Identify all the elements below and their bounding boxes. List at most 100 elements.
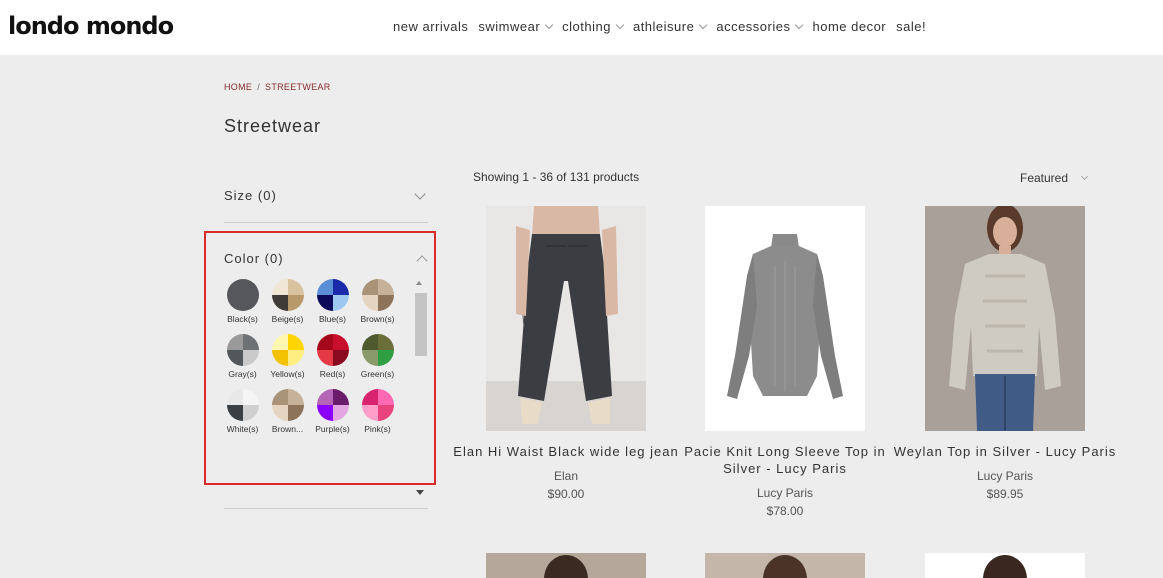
color-swatch[interactable]: White(s) [220,389,265,434]
product-card[interactable]: Pacie Knit Long Sleeve Top in Silver - L… [670,206,900,518]
top-image-icon [925,206,1085,431]
color-swatch[interactable]: Black(s) [220,279,265,324]
nav-item-athleisure[interactable]: athleisure [632,19,708,34]
sort-select[interactable]: Featured [1020,171,1089,185]
chevron-down-icon [544,20,554,29]
nav-item-label: clothing [562,19,611,34]
product-name[interactable]: Elan Hi Waist Black wide leg jean [451,443,681,460]
product-brand: Lucy Paris [756,486,814,500]
nav-item-label: home decor [812,19,887,34]
color-swatch-label: Brown... [271,424,304,434]
color-filter-panel: Color (0) Black(s) Beige(s) Blue(s) Brown(s… [204,231,436,485]
product-image[interactable] [486,553,646,578]
color-swatch-label: Black(s) [227,314,258,324]
color-pie-icon [271,389,304,421]
jeans-image-icon [486,206,646,431]
scrollbar-thumb[interactable] [415,293,427,356]
color-scrollbar[interactable] [414,281,427,456]
color-swatch-label: Beige(s) [271,314,304,324]
color-filter-label: Color (0) [224,251,284,266]
chevron-down-icon [795,20,804,29]
main-nav: new arrivals swimwear clothing athleisure ac… [393,19,926,34]
color-swatch-label: Green(s) [360,369,395,379]
size-filter[interactable]: Size (0) [224,188,428,223]
breadcrumb-separator: / [257,82,261,92]
nav-item-label: accessories [716,19,791,34]
product-price: $90.00 [547,487,585,501]
nav-item-label: sale! [896,19,927,34]
color-swatch[interactable]: Brown(s) [355,279,400,324]
model-image-icon [544,555,588,578]
nav-item-accessories[interactable]: accessories [716,19,804,34]
color-pie-icon [226,389,259,421]
color-pie-icon [271,334,304,366]
filter-divider [224,508,428,509]
chevron-down-icon [699,20,708,29]
color-pie-icon [361,389,394,421]
top-header: londo mondo new arrivals swimwear clothing… [0,0,1163,55]
color-pie-icon [361,334,394,366]
caret-down-icon[interactable] [416,490,424,495]
color-pie-icon [226,334,259,366]
model-image-icon [983,555,1027,578]
product-image[interactable] [705,206,865,431]
nav-item-clothing[interactable]: clothing [562,19,625,34]
nav-item-sale[interactable]: sale! [896,19,926,34]
breadcrumb-home[interactable]: HOME [224,82,252,92]
product-card[interactable]: Weylan Top in Silver - Lucy Paris Lucy P… [890,206,1120,501]
nav-item-label: swimwear [478,19,541,34]
color-swatch[interactable]: Yellow(s) [265,334,310,379]
site-logo[interactable]: londo mondo [8,12,174,40]
size-filter-label: Size (0) [224,188,277,203]
color-pie-icon [361,279,394,311]
model-image-icon [763,555,807,578]
color-swatch[interactable]: Blue(s) [310,279,355,324]
color-pie-icon [316,279,349,311]
scroll-up-arrow-icon[interactable] [416,281,422,285]
results-count: Showing 1 - 36 of 131 products [473,170,640,184]
color-pie-icon [316,334,349,366]
product-brand: Elan [553,469,579,483]
color-swatch-grid: Black(s) Beige(s) Blue(s) Brown(s) Gray(s) Ye… [220,279,410,434]
color-swatch-label: Purple(s) [315,424,350,434]
nav-item-label: athleisure [632,19,695,34]
product-image[interactable] [925,206,1085,431]
color-swatch[interactable]: Pink(s) [355,389,400,434]
product-image[interactable] [925,553,1085,578]
color-swatch-label: White(s) [226,424,259,434]
color-swatch[interactable]: Purple(s) [310,389,355,434]
nav-item-home-decor[interactable]: home decor [812,19,886,34]
nav-item-swimwear[interactable]: swimwear [478,19,554,34]
breadcrumb: HOME / STREETWEAR [224,82,331,92]
color-swatch-label: Gray(s) [228,369,257,379]
nav-item-label: new arrivals [393,19,469,34]
color-swatch[interactable]: Red(s) [310,334,355,379]
product-image[interactable] [486,206,646,431]
chevron-down-icon [615,20,625,29]
color-swatch-label: Yellow(s) [270,369,305,379]
color-swatch-label: Brown(s) [360,314,395,324]
color-swatch[interactable]: Beige(s) [265,279,310,324]
page-title: Streetwear [224,116,322,136]
color-swatch-label: Pink(s) [364,424,391,434]
color-swatch-label: Red(s) [319,369,346,379]
color-swatch[interactable]: Gray(s) [220,334,265,379]
color-pie-icon [226,279,259,311]
color-swatch[interactable]: Green(s) [355,334,400,379]
product-price: $89.95 [986,487,1024,501]
product-card[interactable]: Elan Hi Waist Black wide leg jean Elan $… [451,206,681,501]
nav-item-new-arrivals[interactable]: new arrivals [393,19,468,34]
sort-value: Featured [1020,171,1069,185]
chevron-up-icon[interactable] [416,255,428,267]
product-name[interactable]: Pacie Knit Long Sleeve Top in Silver - L… [670,443,900,477]
chevron-down-icon [1080,172,1089,181]
color-pie-icon [316,389,349,421]
breadcrumb-current[interactable]: STREETWEAR [265,82,331,92]
sweater-image-icon [705,206,865,431]
product-price: $78.00 [766,504,804,518]
color-swatch[interactable]: Brown... [265,389,310,434]
color-swatch-label: Blue(s) [319,314,346,324]
product-name[interactable]: Weylan Top in Silver - Lucy Paris [890,443,1120,460]
product-brand: Lucy Paris [976,469,1034,483]
product-image[interactable] [705,553,865,578]
